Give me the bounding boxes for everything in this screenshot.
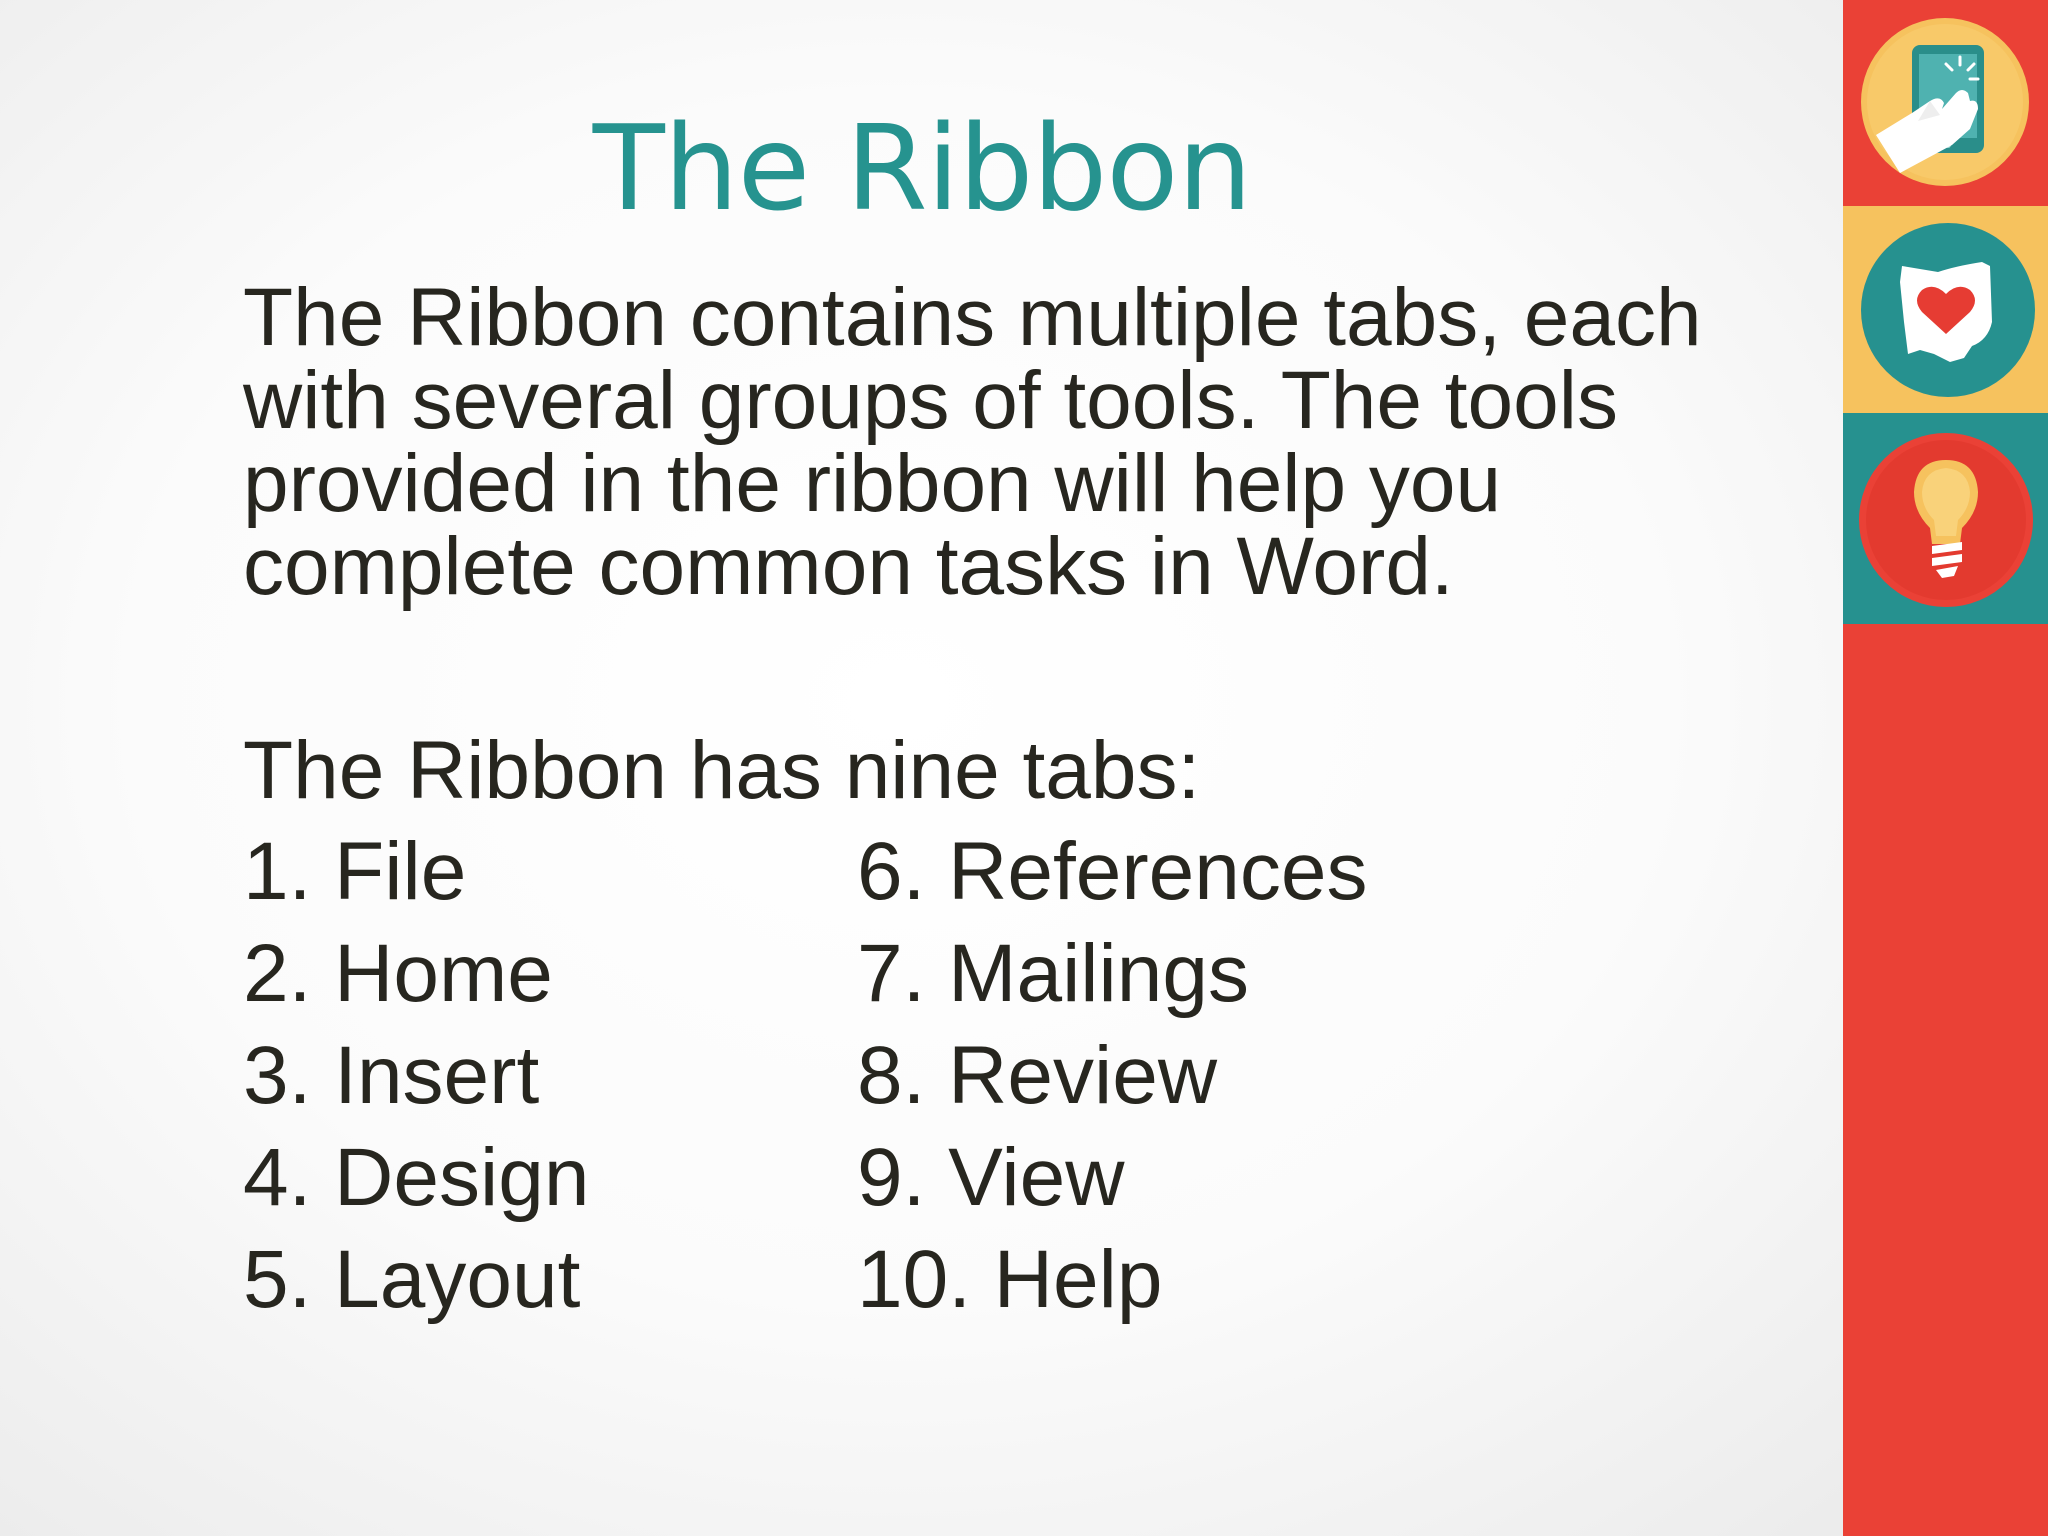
tab-item-view: 9. View xyxy=(857,1132,1125,1223)
tabs-heading: The Ribbon has nine tabs: xyxy=(243,725,1201,816)
intro-line: provided in the ribbon will help you xyxy=(243,438,1502,529)
tab-item-insert: 3. Insert xyxy=(243,1030,540,1121)
tab-item-design: 4. Design xyxy=(243,1132,590,1223)
intro-line: complete common tasks in Word. xyxy=(243,521,1454,612)
tab-item-layout: 5. Layout xyxy=(243,1234,581,1325)
tabs-list-right: 6. References 7. Mailings 8. Review 9. V… xyxy=(857,821,1368,1331)
tab-item-mailings: 7. Mailings xyxy=(857,928,1249,1019)
tablet-touch-icon xyxy=(1861,18,2029,186)
tab-item-file: 1. File xyxy=(243,826,467,917)
tabs-list-left: 1. File 2. Home 3. Insert 4. Design 5. L… xyxy=(243,821,589,1331)
lightbulb-icon xyxy=(1859,433,2033,607)
intro-line: with several groups of tools. The tools xyxy=(243,355,1618,446)
tab-item-references: 6. References xyxy=(857,826,1368,917)
tab-item-home: 2. Home xyxy=(243,928,553,1019)
intro-paragraph: The Ribbon contains multiple tabs, each … xyxy=(243,276,1803,608)
decorative-sidebar xyxy=(1843,0,2048,1536)
slide-title: The Ribbon xyxy=(592,99,1253,237)
ohio-heart-icon xyxy=(1861,223,2035,397)
slide: The Ribbon The Ribbon contains multiple … xyxy=(0,0,2048,1536)
tab-item-help: 10. Help xyxy=(857,1234,1163,1325)
tab-item-review: 8. Review xyxy=(857,1030,1218,1121)
intro-line: The Ribbon contains multiple tabs, each xyxy=(243,272,1702,363)
